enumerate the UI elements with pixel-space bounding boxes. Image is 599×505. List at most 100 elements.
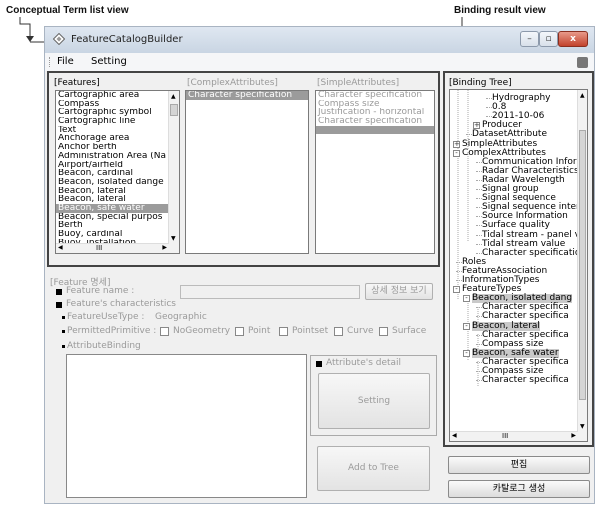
list-item[interactable]	[316, 125, 434, 135]
expand-icon[interactable]: +	[473, 122, 480, 130]
feature-characteristics-label: Feature's characteristics	[66, 299, 176, 309]
scroll-thumb-grip[interactable]: III	[96, 244, 102, 252]
feature-use-type-label: FeatureUseType :	[67, 312, 145, 322]
complex-attributes-list[interactable]: Character specification	[185, 90, 309, 254]
attribute-detail-group: Attribute's detail Setting	[310, 355, 437, 436]
tree-vertical-scrollbar[interactable]: ▲ ▼	[577, 90, 587, 441]
complex-attributes-label: [ComplexAttributes]	[187, 78, 278, 88]
maximize-button[interactable]: ▫	[539, 31, 558, 47]
simple-attributes-list[interactable]: Character specification Compass size Justi…	[315, 90, 435, 254]
setting-button[interactable]: Setting	[318, 373, 430, 429]
list-item[interactable]: Beacon, special purpos	[56, 213, 179, 222]
list-item[interactable]: Cartographic line	[56, 117, 179, 126]
feature-name-label: Feature name :	[66, 286, 135, 296]
list-item[interactable]: Compass	[56, 100, 179, 109]
list-item[interactable]: Beacon, lateral	[56, 195, 179, 204]
features-label: [Features]	[54, 78, 100, 88]
checkbox-point[interactable]	[235, 327, 244, 336]
list-item[interactable]: Character specification	[186, 91, 308, 100]
collapse-icon[interactable]: -	[463, 322, 470, 330]
list-item[interactable]: Beacon, safe water	[56, 203, 179, 213]
permitted-primitive-label: PermittedPrimitive :	[67, 326, 157, 336]
list-item[interactable]: Anchorage area	[56, 134, 179, 143]
attribute-binding-label: AttributeBinding	[67, 341, 141, 351]
list-item[interactable]: Administration Area (Na	[56, 152, 179, 161]
collapse-icon[interactable]: -	[463, 295, 470, 303]
close-button[interactable]: x	[558, 31, 588, 47]
list-item[interactable]: Buoy, cardinal	[56, 230, 179, 239]
features-vertical-scrollbar[interactable]: ▲ ▼	[168, 91, 179, 253]
add-to-tree-button[interactable]: Add to Tree	[317, 446, 430, 491]
list-item[interactable]: Cartographic area	[56, 91, 179, 100]
checkbox-label: Point	[248, 326, 271, 336]
list-item[interactable]: Beacon, cardinal	[56, 169, 179, 178]
bullet-square	[56, 289, 62, 295]
bullet-dot	[62, 316, 65, 319]
checkbox-pointset[interactable]	[279, 327, 288, 336]
bullet-dot	[62, 345, 65, 348]
binding-result-frame: [Binding Tree] Hydrography 0.8 2011-10-06 +…	[443, 71, 594, 447]
edit-button[interactable]: 편집	[448, 456, 590, 474]
checkbox-nogeometry[interactable]	[160, 327, 169, 336]
app-window: FeatureCatalogBuilder – ▫ x File Setting…	[44, 26, 595, 504]
scroll-thumb[interactable]	[579, 130, 586, 400]
expand-icon[interactable]: +	[453, 140, 460, 148]
menu-setting[interactable]: Setting	[91, 56, 127, 67]
scroll-thumb[interactable]	[170, 104, 178, 116]
binding-tree-label: [Binding Tree]	[449, 78, 512, 88]
minimize-button[interactable]: –	[520, 31, 539, 47]
collapse-icon[interactable]: -	[453, 149, 460, 157]
title-bar[interactable]: FeatureCatalogBuilder – ▫ x	[45, 27, 594, 53]
list-item[interactable]: Berth	[56, 221, 179, 230]
checkbox-label: NoGeometry	[173, 326, 231, 336]
feature-use-type-value: Geographic	[155, 312, 207, 322]
scroll-right-icon[interactable]: ▶	[162, 244, 167, 251]
tree-node[interactable]: Character specifica	[482, 375, 569, 385]
scroll-down-icon[interactable]: ▼	[171, 235, 176, 242]
list-item[interactable]: Justification - horizontal	[316, 108, 434, 117]
menu-bar: File Setting	[45, 53, 594, 71]
list-item[interactable]: Character specification	[316, 117, 434, 126]
attribute-detail-label: Attribute's detail	[326, 358, 402, 368]
checkbox-label: Pointset	[292, 326, 329, 336]
menu-corner-icon[interactable]	[577, 57, 588, 68]
menu-grip	[49, 57, 52, 67]
conceptual-term-list-frame: [Features] Cartographic area Compass Carto…	[47, 71, 440, 267]
detail-info-button[interactable]: 상세 정보 보기	[365, 283, 433, 300]
feature-name-input[interactable]	[180, 285, 360, 299]
list-item[interactable]: Anchor berth	[56, 143, 179, 152]
binding-tree[interactable]: Hydrography 0.8 2011-10-06 + Producer Dataset…	[449, 89, 588, 442]
collapse-icon[interactable]: -	[463, 349, 470, 357]
list-item[interactable]: Cartographic symbol	[56, 108, 179, 117]
list-item[interactable]: Airport/airfield	[56, 161, 179, 170]
tree-node[interactable]: Character specification	[482, 248, 586, 258]
scroll-thumb-grip[interactable]: III	[502, 432, 508, 440]
list-item[interactable]: Compass size	[316, 100, 434, 109]
checkbox-label: Curve	[347, 326, 374, 336]
list-item[interactable]: Beacon, isolated dange	[56, 178, 179, 187]
bullet-square	[316, 361, 322, 367]
checkbox-curve[interactable]	[334, 327, 343, 336]
features-list[interactable]: Cartographic area Compass Cartographic sym…	[55, 90, 180, 254]
tree-horizontal-scrollbar[interactable]: ◀ III ▶	[450, 431, 578, 441]
simple-attributes-label: [SimpleAttributes]	[317, 78, 400, 88]
scroll-up-icon[interactable]: ▲	[171, 93, 176, 100]
checkbox-surface[interactable]	[379, 327, 388, 336]
checkbox-label: Surface	[392, 326, 427, 336]
scroll-up-icon[interactable]: ▲	[580, 92, 585, 99]
scroll-left-icon[interactable]: ◀	[452, 432, 457, 439]
window-title: FeatureCatalogBuilder	[71, 34, 183, 45]
bullet-dot	[62, 330, 65, 333]
menu-file[interactable]: File	[57, 56, 74, 67]
list-item[interactable]: Character specification	[316, 91, 434, 100]
scroll-down-icon[interactable]: ▼	[580, 423, 585, 430]
features-horizontal-scrollbar[interactable]: ◀ III ▶	[56, 243, 169, 253]
attribute-binding-box[interactable]	[66, 354, 307, 498]
collapse-icon[interactable]: -	[453, 286, 460, 294]
list-item[interactable]: Beacon, lateral	[56, 187, 179, 196]
generate-catalog-button[interactable]: 카탈로그 생성	[448, 480, 590, 498]
app-diamond-icon	[53, 33, 65, 45]
scroll-left-icon[interactable]: ◀	[58, 244, 63, 251]
list-item[interactable]: Text	[56, 126, 179, 135]
scroll-right-icon[interactable]: ▶	[571, 432, 576, 439]
